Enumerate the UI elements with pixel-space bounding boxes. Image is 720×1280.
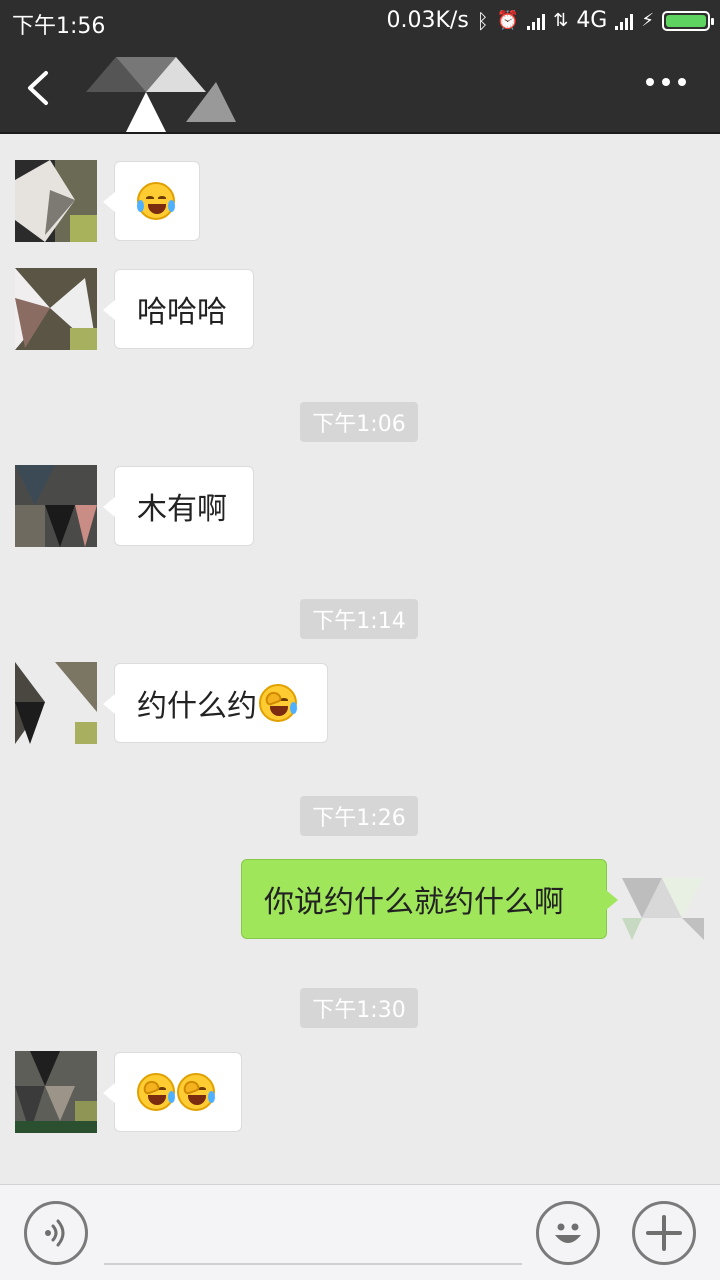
message-text: 木有啊 xyxy=(137,492,227,527)
timestamp: 下午1:30 xyxy=(300,988,418,1028)
contact-avatar[interactable] xyxy=(15,1051,97,1133)
message-bubble-outgoing[interactable]: 你说约什么就约什么啊 xyxy=(241,859,618,939)
message-input[interactable] xyxy=(104,1263,522,1265)
emoji-icon[interactable] xyxy=(536,1201,600,1265)
chat-header xyxy=(0,42,720,134)
timestamp: 下午1:26 xyxy=(300,796,418,836)
plus-icon[interactable] xyxy=(632,1201,696,1265)
contact-name-blurred xyxy=(86,57,236,132)
network-type: 4G xyxy=(576,8,608,33)
status-bar: 下午1:56 0.03K/s ᛒ ⏰ ⇅ 4G ⚡ xyxy=(0,0,720,42)
contact-avatar[interactable] xyxy=(15,662,97,744)
bluetooth-icon: ᛒ xyxy=(476,8,489,33)
timestamp: 下午1:06 xyxy=(300,402,418,442)
facepalm-emoji xyxy=(137,1073,175,1111)
contact-avatar[interactable] xyxy=(15,160,97,242)
facepalm-emoji xyxy=(259,684,297,722)
message-bubble-incoming[interactable] xyxy=(103,1052,242,1132)
chevron-left-icon[interactable] xyxy=(22,70,54,106)
my-avatar[interactable] xyxy=(622,858,704,940)
network-speed: 0.03K/s xyxy=(386,8,469,33)
message-text: 你说约什么就约什么啊 xyxy=(264,885,564,920)
charging-icon: ⚡ xyxy=(641,10,654,31)
alarm-off-icon: ⏰ xyxy=(496,10,520,31)
data-arrows-icon: ⇅ xyxy=(553,10,569,31)
contact-avatar[interactable] xyxy=(15,465,97,547)
message-bubble-incoming[interactable] xyxy=(103,161,200,241)
more-dots-icon[interactable] xyxy=(646,78,686,86)
message-text: 约什么约 xyxy=(137,689,257,724)
message-bubble-incoming[interactable]: 哈哈哈 xyxy=(103,269,254,349)
tears-of-joy-emoji xyxy=(137,182,175,220)
contact-avatar[interactable] xyxy=(15,268,97,350)
input-bar xyxy=(0,1184,720,1280)
facepalm-emoji xyxy=(177,1073,215,1111)
timestamp: 下午1:14 xyxy=(300,599,418,639)
message-bubble-incoming[interactable]: 木有啊 xyxy=(103,466,254,546)
message-text: 哈哈哈 xyxy=(137,295,227,330)
battery-icon xyxy=(662,10,714,31)
status-time: 下午1:56 xyxy=(12,14,106,39)
signal-icon xyxy=(527,12,546,30)
voice-icon[interactable] xyxy=(24,1201,88,1265)
message-bubble-incoming[interactable]: 约什么约 xyxy=(103,663,328,743)
signal-icon xyxy=(615,12,634,30)
